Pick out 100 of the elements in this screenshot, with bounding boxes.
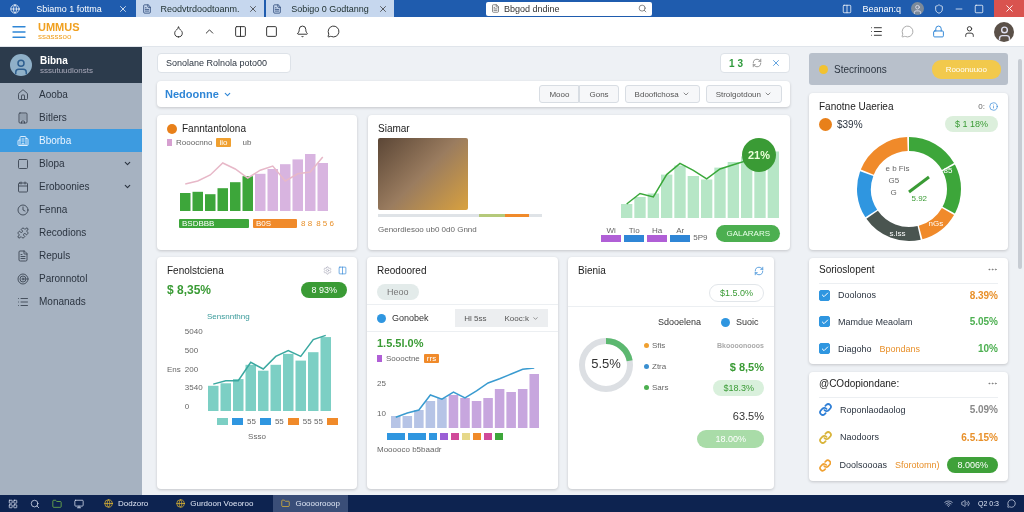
item-note: Bpondans (879, 343, 921, 354)
legend-tag: iio (216, 138, 231, 147)
meta-text: 0: (978, 102, 985, 111)
lock-icon[interactable] (932, 25, 945, 38)
sidebar-item[interactable]: Fenna (0, 198, 142, 221)
legend-label: 55 (247, 417, 256, 426)
globe-icon (104, 499, 113, 508)
folder-icon[interactable] (52, 498, 62, 509)
list-icon[interactable] (870, 25, 883, 38)
donut-label: 5.5% (590, 356, 622, 371)
sidebar-item[interactable]: Bitlers (0, 106, 142, 129)
chat-icon[interactable] (327, 25, 340, 38)
refresh-icon[interactable] (754, 265, 764, 276)
item-value: 5.05% (969, 316, 998, 327)
segment-button[interactable]: Hl 5ss (455, 309, 496, 327)
panel-icon[interactable] (842, 3, 853, 14)
sidebar-item[interactable]: Paronnotol (0, 267, 142, 290)
sidebar-item[interactable]: Blopa (0, 152, 142, 175)
filter-title[interactable]: Nedoonne (165, 88, 219, 100)
start-icon[interactable] (8, 498, 18, 509)
browser-tab[interactable]: Sobigo 0 Godtanng (266, 0, 394, 17)
taskbar-app[interactable]: Dodzoro (96, 495, 157, 512)
gauge-label: s.lss (889, 229, 906, 238)
sidebar-item[interactable]: Aooba (0, 83, 142, 106)
close-icon[interactable] (771, 58, 781, 68)
legend-swatch (440, 433, 448, 440)
legend-label: Rooocnno (176, 138, 213, 147)
browser-tab[interactable]: Reodvtrdoodtoanm. (136, 0, 264, 17)
info-icon[interactable] (989, 102, 998, 111)
avatar-icon[interactable] (994, 21, 1014, 42)
bar-label: 8 5 6 (316, 219, 334, 228)
status-dot-icon (167, 123, 177, 134)
square-icon[interactable] (265, 25, 278, 38)
legend-swatch (232, 418, 243, 425)
sidebar-item[interactable]: Repuls (0, 244, 142, 267)
card-title: Reodoored (377, 265, 428, 276)
taskbar-app[interactable]: Goooorooop (273, 495, 348, 512)
dropdown-button[interactable]: Strolgotdoun (705, 85, 782, 103)
close-icon[interactable] (118, 3, 128, 14)
gauge-label: G (890, 188, 897, 197)
card-title: Fanntantolona (182, 123, 246, 134)
sidebar-item[interactable]: Eroboonies (0, 175, 142, 198)
axis-label: Ssso (248, 432, 266, 441)
monitor-icon[interactable] (74, 498, 84, 509)
section-title: Gonobek (392, 313, 429, 323)
volume-icon[interactable] (961, 499, 970, 508)
list-icon (17, 295, 29, 308)
user-name: Bibna (40, 55, 69, 66)
counter-text: 1 3 (729, 57, 743, 69)
house-icon (17, 88, 29, 101)
legend-swatch (462, 433, 470, 440)
close-icon[interactable] (248, 3, 258, 14)
maximize-icon[interactable] (974, 3, 984, 14)
item-label: Doolsoooas (839, 460, 887, 470)
checkbox[interactable] (819, 343, 830, 354)
sidebar-item[interactable]: Recodions (0, 221, 142, 244)
page-icon (491, 4, 500, 13)
checkbox[interactable] (819, 316, 830, 327)
segment-button[interactable]: Kooc:k (495, 309, 548, 327)
axis-tick: 5040 (184, 327, 203, 336)
checkbox[interactable] (819, 289, 830, 301)
search-field[interactable]: Sonolane Rolnola poto00 (157, 53, 291, 73)
legend-swatch (473, 433, 481, 440)
card-title: Bienia (578, 265, 606, 276)
item-value: 8.39% (969, 289, 998, 301)
banner-title: Stecrinoons (834, 63, 887, 75)
card-title: Sorioslopent (819, 264, 875, 275)
legend-swatch (670, 235, 691, 242)
address-field[interactable]: Bbgod dndine (486, 1, 652, 16)
item-label: Roponlaodaolog (840, 404, 906, 415)
taskbar-app[interactable]: Gurdoon Voeoroo (168, 495, 262, 512)
refresh-icon[interactable] (752, 58, 762, 68)
axis-label: Mooooco b5baadr (377, 445, 443, 454)
legend-tag: rrs (423, 354, 440, 363)
square-icon (17, 157, 29, 170)
item-label: Naodoors (840, 432, 880, 442)
segment-button[interactable]: Gons (579, 85, 619, 103)
dropdown-button[interactable]: Bdoofichosa (624, 85, 700, 103)
user-icon[interactable] (963, 25, 976, 38)
sidebar-item[interactable]: Monanads (0, 290, 142, 313)
segment-button[interactable]: Mooo (539, 85, 580, 103)
gauge-label: nGs (928, 219, 944, 228)
page-icon (142, 3, 152, 14)
gauge-needle (907, 175, 930, 194)
search-icon[interactable] (30, 498, 40, 509)
building-icon (17, 134, 29, 147)
filter-chip[interactable]: Heoo (377, 284, 419, 300)
notification-icon[interactable] (1007, 499, 1016, 508)
wifi-icon[interactable] (944, 499, 953, 508)
axis-tick: 200 (184, 364, 200, 374)
page-icon (272, 3, 282, 14)
logo-text: UMMUS (38, 22, 81, 33)
value-badge: $1.5.0% (708, 284, 764, 302)
axis-tick: 3540 (184, 383, 203, 393)
columns-icon[interactable] (234, 25, 247, 38)
scrollbar-thumb[interactable] (1018, 59, 1022, 269)
bell-icon[interactable] (296, 25, 309, 38)
close-icon[interactable] (378, 3, 388, 14)
legend-label: Sfis (652, 341, 666, 350)
column-header: Sdooelena (658, 317, 702, 327)
